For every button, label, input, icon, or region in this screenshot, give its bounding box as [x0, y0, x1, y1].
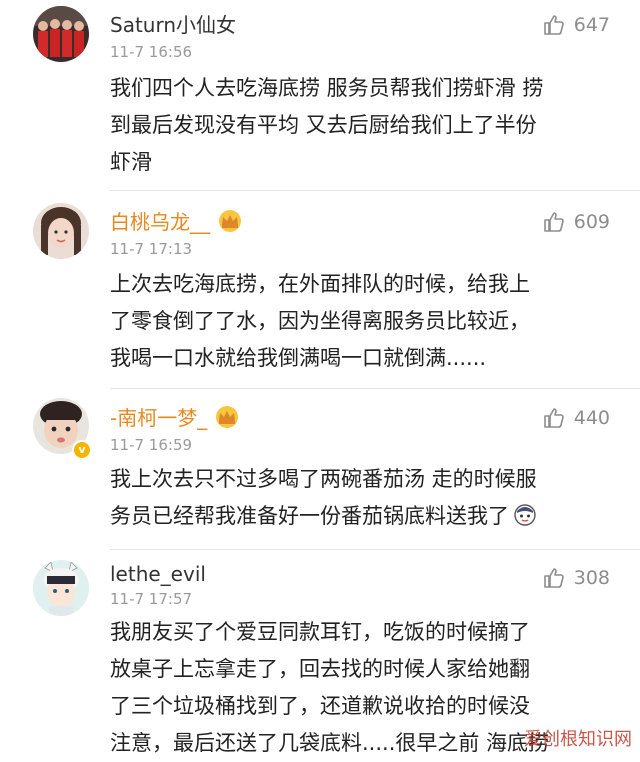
- comment-line: 到最后发现没有平均 又去后厨给我们上了半份: [110, 113, 537, 137]
- avatar[interactable]: [33, 203, 89, 259]
- comment-line: 我喝一口水就给我倒满喝一口就倒满......: [110, 346, 487, 370]
- avatar-image: [33, 203, 89, 259]
- username-text: 白桃乌龙__: [110, 210, 210, 234]
- comment-line: 了零食倒了了水，因为坐得离服务员比较近，: [110, 309, 530, 333]
- comment-line: 我们四个人去吃海底捞 服务员帮我们捞虾滑 捞: [110, 76, 544, 100]
- comment-line: 虾滑: [110, 150, 152, 174]
- timestamp: 11-7 17:13: [110, 240, 193, 258]
- timestamp: 11-7 16:56: [110, 43, 193, 61]
- avatar[interactable]: [33, 560, 89, 616]
- timestamp: 11-7 17:57: [110, 590, 193, 608]
- like-button[interactable]: 609: [542, 208, 610, 236]
- like-button[interactable]: 647: [542, 11, 610, 39]
- username[interactable]: Saturn小仙女: [110, 13, 236, 37]
- watermark: 爱创根知识网: [524, 729, 632, 750]
- divider: [110, 388, 640, 389]
- crown-badge-icon: [219, 210, 241, 232]
- comment-line: 我朋友买了个爱豆同款耳钉，吃饭的时候摘了: [110, 620, 530, 644]
- like-button[interactable]: 440: [542, 404, 610, 432]
- like-count: 440: [573, 407, 610, 429]
- comment-line: 我上次去只不过多喝了两碗番茄汤 走的时候服: [110, 467, 537, 491]
- emoji-icon: [514, 504, 536, 526]
- username[interactable]: 白桃乌龙__: [110, 209, 244, 234]
- like-button[interactable]: 308: [542, 564, 610, 592]
- comment-line: 放桌子上忘拿走了，回去找的时候人家给她翻: [110, 657, 530, 681]
- comment-line-text: 务员已经帮我准备好一份番茄锅底料送我了: [110, 504, 509, 528]
- like-count: 647: [573, 14, 610, 36]
- crown-badge-icon: [216, 406, 239, 428]
- username[interactable]: lethe_evil: [110, 562, 206, 586]
- avatar-image: [33, 6, 89, 62]
- like-count: 609: [573, 211, 610, 233]
- thumbs-up-icon: [543, 15, 564, 35]
- avatar[interactable]: [33, 6, 89, 62]
- thumbs-up-icon: [543, 212, 564, 232]
- avatar-image: [33, 560, 89, 616]
- divider: [110, 549, 640, 550]
- divider: [110, 190, 640, 191]
- timestamp: 11-7 16:59: [110, 436, 193, 454]
- comment-line: 了三个垃圾桶找到了，还道歉说收拾的时候没: [110, 694, 530, 718]
- verified-v-icon: v: [72, 440, 92, 460]
- comment-text: 我上次去只不过多喝了两碗番茄汤 走的时候服 务员已经帮我准备好一份番茄锅底料送我…: [110, 461, 620, 535]
- thumbs-up-icon: [543, 568, 564, 588]
- thumbs-up-icon: [543, 408, 564, 428]
- username-text: -南柯一梦_: [110, 406, 208, 430]
- username[interactable]: -南柯一梦_: [110, 405, 241, 430]
- comment-line: 务员已经帮我准备好一份番茄锅底料送我了: [110, 498, 620, 535]
- comment-line: 上次去吃海底捞，在外面排队的时候，给我上: [110, 272, 530, 296]
- like-count: 308: [573, 567, 610, 589]
- comment-text: 我们四个人去吃海底捞 服务员帮我们捞虾滑 捞 到最后发现没有平均 又去后厨给我们…: [110, 70, 620, 181]
- comment-text: 上次去吃海底捞，在外面排队的时候，给我上 了零食倒了了水，因为坐得离服务员比较近…: [110, 266, 620, 377]
